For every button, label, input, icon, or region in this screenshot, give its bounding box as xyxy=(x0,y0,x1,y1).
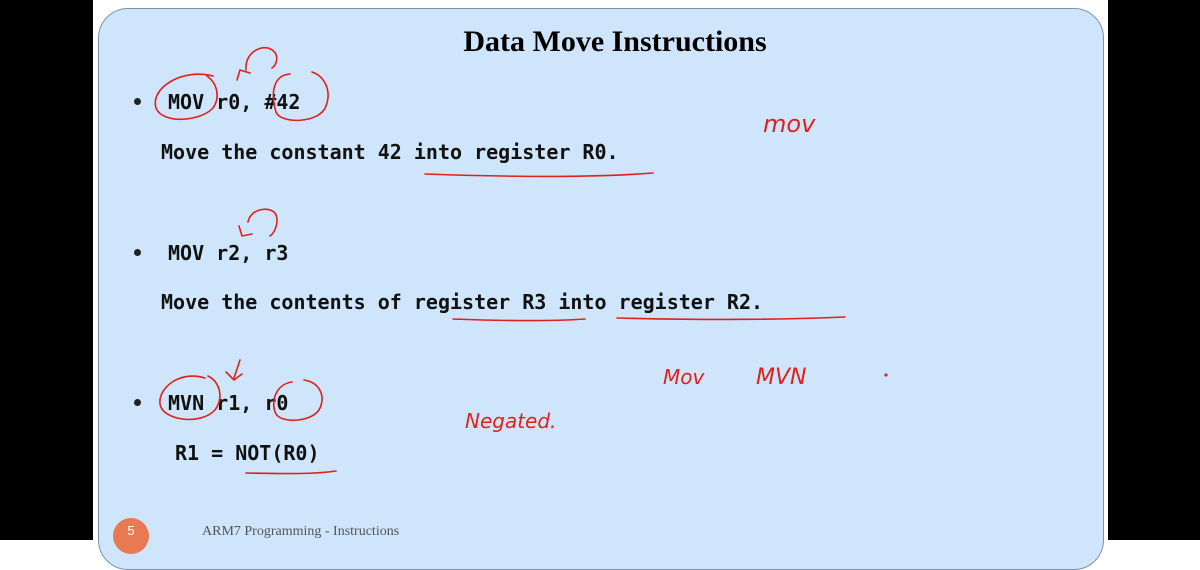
instruction-description: R1 = NOT(R0) xyxy=(175,441,320,465)
instruction-description: Move the constant 42 into register R0. xyxy=(161,140,619,164)
bullet-dot xyxy=(134,399,141,406)
right-letterbox xyxy=(1108,0,1200,540)
page-number-badge: 5 xyxy=(113,518,149,554)
slide-footer: ARM7 Programming - Instructions xyxy=(202,524,400,539)
instruction-code: MOV r0, #42 xyxy=(168,90,301,114)
bullet-dot xyxy=(134,98,141,105)
instruction-code: MOV r2, r3 xyxy=(168,241,289,265)
instruction-code: MVN r1, r0 xyxy=(168,391,289,415)
left-letterbox xyxy=(0,0,93,540)
instruction-description: Move the contents of register R3 into re… xyxy=(161,290,764,314)
slide-title: Data Move Instructions xyxy=(463,25,767,58)
bullet-dot xyxy=(134,249,141,256)
